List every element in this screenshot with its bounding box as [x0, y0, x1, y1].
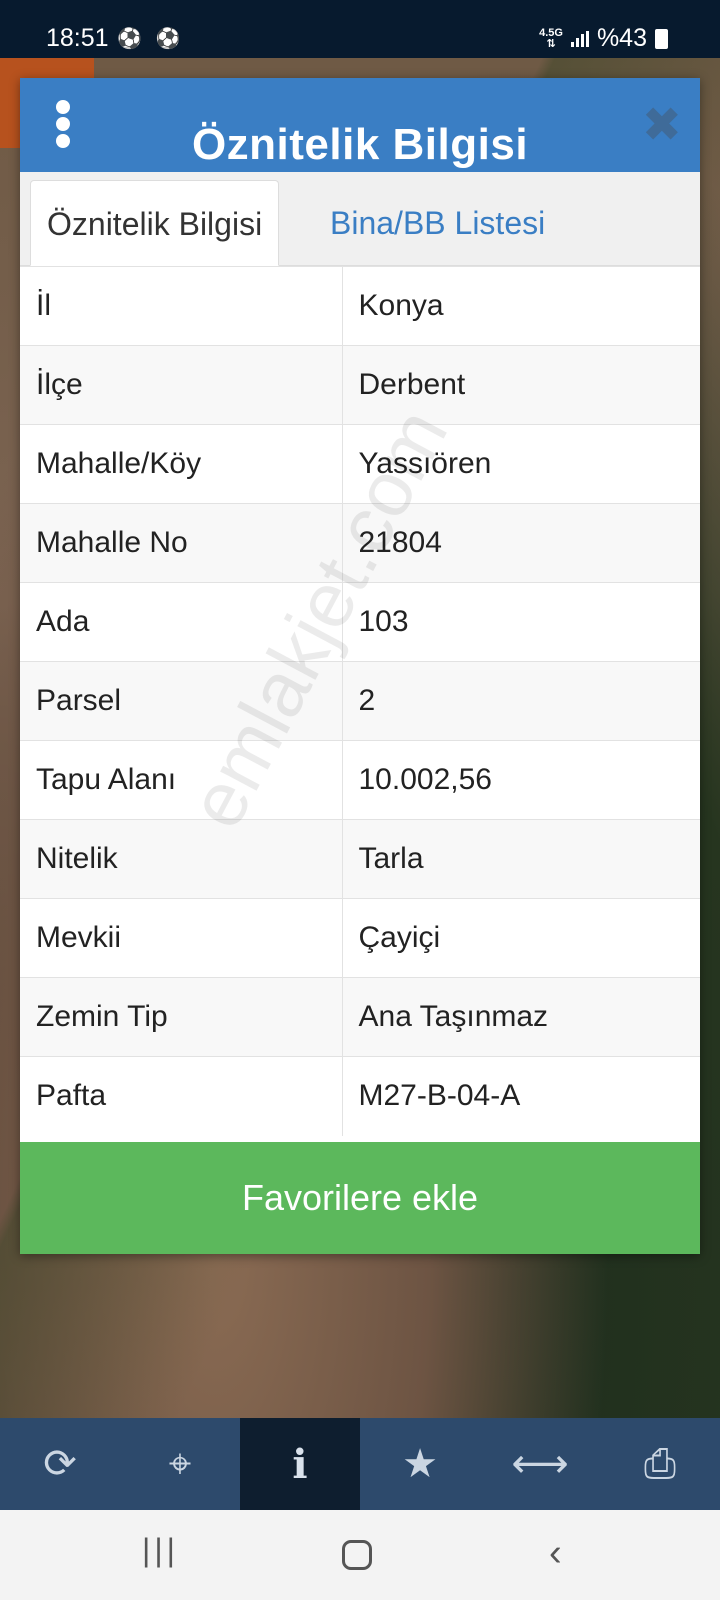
row-value: Derbent	[342, 345, 700, 425]
system-nav-bar: ||| ‹	[0, 1510, 720, 1600]
table-row: İl Konya	[20, 266, 700, 346]
measure-icon[interactable]: ⟷	[480, 1418, 600, 1510]
row-key: Pafta	[20, 1056, 343, 1136]
tab-attribute-info[interactable]: Öznitelik Bilgisi	[30, 180, 280, 266]
network-type-icon: 4.5G ⇅	[539, 26, 563, 50]
bottom-toolbar: ⟳ ⌖ i ★ ⟷ ⎙	[0, 1418, 720, 1510]
table-row: Nitelik Tarla	[20, 819, 700, 899]
table-row: Mahalle/Köy Yassıören	[20, 424, 700, 504]
row-value: 21804	[342, 503, 700, 583]
row-value: 103	[342, 582, 700, 662]
row-value: Tarla	[342, 819, 700, 899]
row-key: Parsel	[20, 661, 343, 741]
battery-icon	[655, 28, 668, 49]
dialog-title: Öznitelik Bilgisi	[191, 120, 529, 169]
row-key: İlçe	[20, 345, 343, 425]
row-value: 2	[342, 661, 700, 741]
status-right: 4.5G ⇅ %43	[539, 24, 668, 53]
row-value: M27-B-04-A	[342, 1056, 700, 1136]
table-row: Mahalle No 21804	[20, 503, 700, 583]
info-glyph: i	[292, 1440, 308, 1488]
network-label: 4.5G	[539, 26, 563, 39]
add-favorite-button[interactable]: Favorilere ekle	[20, 1142, 700, 1254]
refresh-icon[interactable]: ⟳	[0, 1418, 120, 1510]
table-row: Tapu Alanı 10.002,56	[20, 740, 700, 820]
table-row: Pafta M27-B-04-A	[20, 1056, 700, 1136]
recents-icon[interactable]: |||	[142, 1532, 179, 1569]
attribute-table: İl Konya İlçe Derbent Mahalle/Köy Yassıören…	[20, 266, 700, 1136]
table-row: Mevkii Çayiçi	[20, 898, 700, 978]
home-icon[interactable]	[342, 1540, 372, 1570]
close-icon[interactable]: ✖	[642, 102, 682, 150]
signal-icon	[570, 30, 589, 47]
status-time: 18:51	[46, 24, 109, 52]
back-icon[interactable]: ‹	[549, 1532, 562, 1575]
print-icon[interactable]: ⎙	[600, 1418, 720, 1510]
row-value: Ana Taşınmaz	[342, 977, 700, 1057]
battery-percent: %43	[596, 24, 647, 52]
row-key: Mahalle/Köy	[20, 424, 343, 504]
table-row: Zemin Tip Ana Taşınmaz	[20, 977, 700, 1057]
row-value: Çayiçi	[342, 898, 700, 978]
row-value: Yassıören	[342, 424, 700, 504]
table-row: Ada 103	[20, 582, 700, 662]
row-key: Mevkii	[20, 898, 343, 978]
row-key: İl	[20, 266, 343, 346]
row-key: Mahalle No	[20, 503, 343, 583]
info-icon[interactable]: i	[240, 1418, 360, 1510]
tab-bar: Öznitelik Bilgisi Bina/BB Listesi	[20, 172, 700, 266]
row-key: Ada	[20, 582, 343, 662]
table-row: İlçe Derbent	[20, 345, 700, 425]
dialog-header: Öznitelik Bilgisi ✖	[20, 78, 700, 172]
attribute-dialog: Öznitelik Bilgisi ✖ Öznitelik Bilgisi Bi…	[20, 78, 700, 1254]
row-value: Konya	[342, 266, 700, 346]
star-icon[interactable]: ★	[360, 1418, 480, 1510]
row-key: Zemin Tip	[20, 977, 343, 1057]
notification-icons: ⚽ ⚽	[117, 28, 185, 50]
tab-building-list[interactable]: Bina/BB Listesi	[314, 180, 561, 266]
row-value: 10.002,56	[342, 740, 700, 820]
crosshair-icon[interactable]: ⌖	[120, 1418, 240, 1510]
table-row: Parsel 2	[20, 661, 700, 741]
row-key: Tapu Alanı	[20, 740, 343, 820]
row-key: Nitelik	[20, 819, 343, 899]
